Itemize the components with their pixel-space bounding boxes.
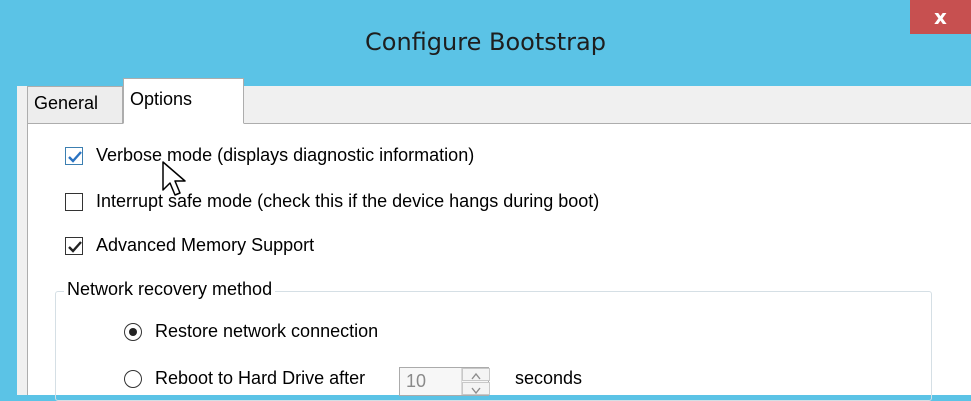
seconds-spinner-buttons: [461, 368, 490, 395]
mouse-pointer-icon: [162, 161, 186, 196]
tab-strip: General Options: [27, 78, 971, 124]
spin-up-icon: [471, 372, 481, 380]
checkmark-icon: [68, 151, 82, 163]
seconds-label: seconds: [515, 368, 583, 388]
restore-network-label: Restore network connection: [155, 321, 379, 341]
verbose-mode-checkbox[interactable]: [65, 147, 83, 165]
verbose-mode-label: Verbose mode (displays diagnostic inform…: [96, 145, 475, 165]
tab-general[interactable]: General: [27, 86, 123, 123]
spin-down-button[interactable]: [462, 382, 490, 395]
restore-network-radio[interactable]: [124, 323, 142, 341]
radio-selected-dot: [129, 328, 137, 336]
tab-options[interactable]: Options: [123, 78, 244, 124]
network-recovery-group: Network recovery method Restore network …: [55, 279, 932, 401]
spin-down-icon: [471, 387, 481, 395]
verbose-mode-option[interactable]: Verbose mode (displays diagnostic inform…: [65, 144, 665, 170]
reboot-hard-drive-radio[interactable]: [124, 370, 142, 388]
reboot-hard-drive-option[interactable]: Reboot to Hard Drive after 10 seconds: [124, 367, 724, 396]
window-title: Configure Bootstrap: [365, 28, 606, 56]
advanced-memory-checkbox[interactable]: [65, 237, 83, 255]
network-recovery-title: Network recovery method: [64, 279, 276, 300]
spin-up-button[interactable]: [462, 368, 490, 381]
title-bar: Configure Bootstrap x: [0, 0, 971, 86]
advanced-memory-option[interactable]: Advanced Memory Support: [65, 234, 465, 260]
configure-bootstrap-window: Configure Bootstrap x General Options Ve…: [0, 0, 971, 401]
checkmark-icon: [68, 241, 82, 253]
close-button[interactable]: x: [910, 0, 971, 34]
close-icon: x: [934, 5, 947, 29]
restore-network-option[interactable]: Restore network connection: [124, 320, 524, 346]
reboot-hard-drive-label: Reboot to Hard Drive after: [155, 368, 366, 388]
interrupt-safe-mode-checkbox[interactable]: [65, 193, 83, 211]
advanced-memory-label: Advanced Memory Support: [96, 235, 315, 255]
dialog-client-area: General Options Verbose mode (displays d…: [17, 78, 971, 401]
